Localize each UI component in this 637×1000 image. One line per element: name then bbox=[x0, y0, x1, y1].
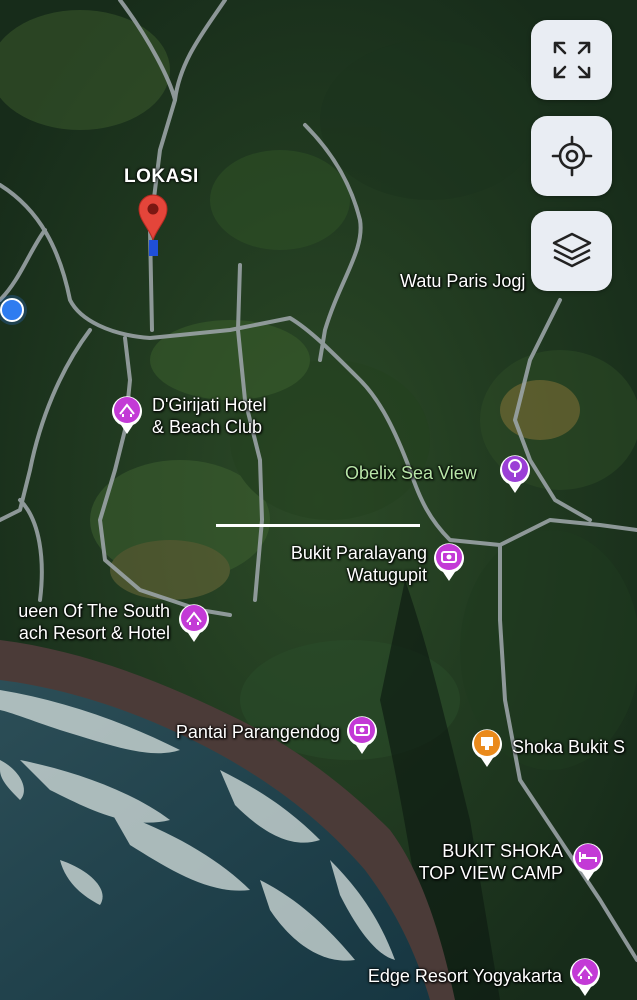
location-flag bbox=[149, 240, 158, 256]
place-label-digirijati[interactable]: D'Girijati Hotel & Beach Club bbox=[152, 394, 266, 438]
place-label-pantai-parangendog[interactable]: Pantai Parangendog bbox=[150, 721, 340, 743]
layers-icon bbox=[552, 232, 591, 268]
place-label-edge-resort[interactable]: Edge Resort Yogyakarta bbox=[330, 965, 562, 987]
place-label-shoka-bukit[interactable]: Shoka Bukit S bbox=[512, 736, 625, 758]
hotel-icon[interactable] bbox=[110, 393, 144, 435]
map-view[interactable]: LOKASI D'Girijati Hotel & Beach Club Wat… bbox=[0, 0, 637, 1000]
locate-button[interactable] bbox=[531, 116, 612, 196]
crosshair-icon bbox=[551, 135, 592, 177]
place-label-bukit-shoka-camp[interactable]: BUKIT SHOKA TOP VIEW CAMP bbox=[398, 840, 563, 884]
place-label-watu-paris[interactable]: Watu Paris Jogj bbox=[400, 270, 525, 292]
restaurant-icon[interactable] bbox=[470, 726, 504, 768]
fullscreen-button[interactable] bbox=[531, 20, 612, 100]
location-pin-icon[interactable] bbox=[135, 192, 171, 242]
hotel-icon[interactable] bbox=[177, 601, 211, 643]
camera-icon[interactable] bbox=[432, 540, 466, 582]
tree-icon[interactable] bbox=[498, 452, 532, 494]
lokasi-label: LOKASI bbox=[124, 166, 199, 187]
hotel-icon[interactable] bbox=[568, 955, 602, 997]
expand-icon bbox=[553, 41, 590, 79]
bed-icon[interactable] bbox=[571, 840, 605, 882]
user-location-dot bbox=[0, 295, 27, 325]
camera-icon[interactable] bbox=[345, 713, 379, 755]
place-label-obelix[interactable]: Obelix Sea View bbox=[345, 462, 477, 484]
scale-bar bbox=[216, 524, 420, 527]
layers-button[interactable] bbox=[531, 211, 612, 291]
place-label-bukit-paralayang[interactable]: Bukit Paralayang Watugupit bbox=[272, 542, 427, 586]
place-label-queen-of-the-south[interactable]: ueen Of The South ach Resort & Hotel bbox=[0, 600, 170, 644]
